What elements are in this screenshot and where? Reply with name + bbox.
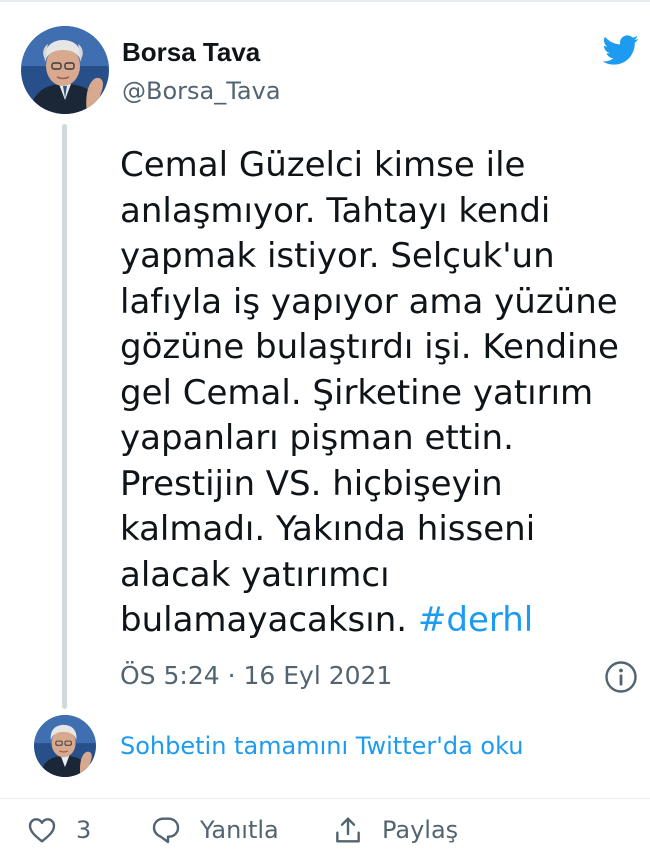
tweet-body: Cemal Güzelci kimse ile anlaşmıyor. Taht… xyxy=(120,145,619,640)
share-label: Paylaş xyxy=(382,816,459,844)
read-full-conversation-link[interactable]: Sohbetin tamamını Twitter'da oku xyxy=(120,730,523,762)
tweet-timestamp[interactable]: ÖS 5:24 · 16 Eyl 2021 xyxy=(120,660,392,692)
reply-author-avatar[interactable] xyxy=(34,715,96,777)
info-icon[interactable] xyxy=(604,660,638,694)
actions-divider xyxy=(0,798,650,799)
thread-connector-line xyxy=(62,124,67,709)
reply-icon xyxy=(152,817,180,844)
like-button[interactable]: 3 xyxy=(26,812,91,848)
reply-button[interactable]: Yanıtla xyxy=(150,812,279,848)
tweet-text: Cemal Güzelci kimse ile anlaşmıyor. Taht… xyxy=(120,143,640,644)
share-icon xyxy=(336,817,360,843)
share-button[interactable]: Paylaş xyxy=(332,812,458,848)
top-border xyxy=(0,0,650,2)
heart-icon xyxy=(28,818,56,843)
twitter-bird-icon[interactable] xyxy=(598,31,642,69)
author-avatar[interactable] xyxy=(21,26,109,114)
hashtag-link[interactable]: #derhl xyxy=(418,600,533,640)
reply-label: Yanıtla xyxy=(200,816,279,844)
author-handle[interactable]: @Borsa_Tava xyxy=(122,75,281,107)
tweet-embed-card: Borsa Tava @Borsa_Tava Cemal Güzelci kim… xyxy=(0,0,650,852)
author-display-name[interactable]: Borsa Tava xyxy=(122,36,260,68)
like-count: 3 xyxy=(76,816,92,844)
